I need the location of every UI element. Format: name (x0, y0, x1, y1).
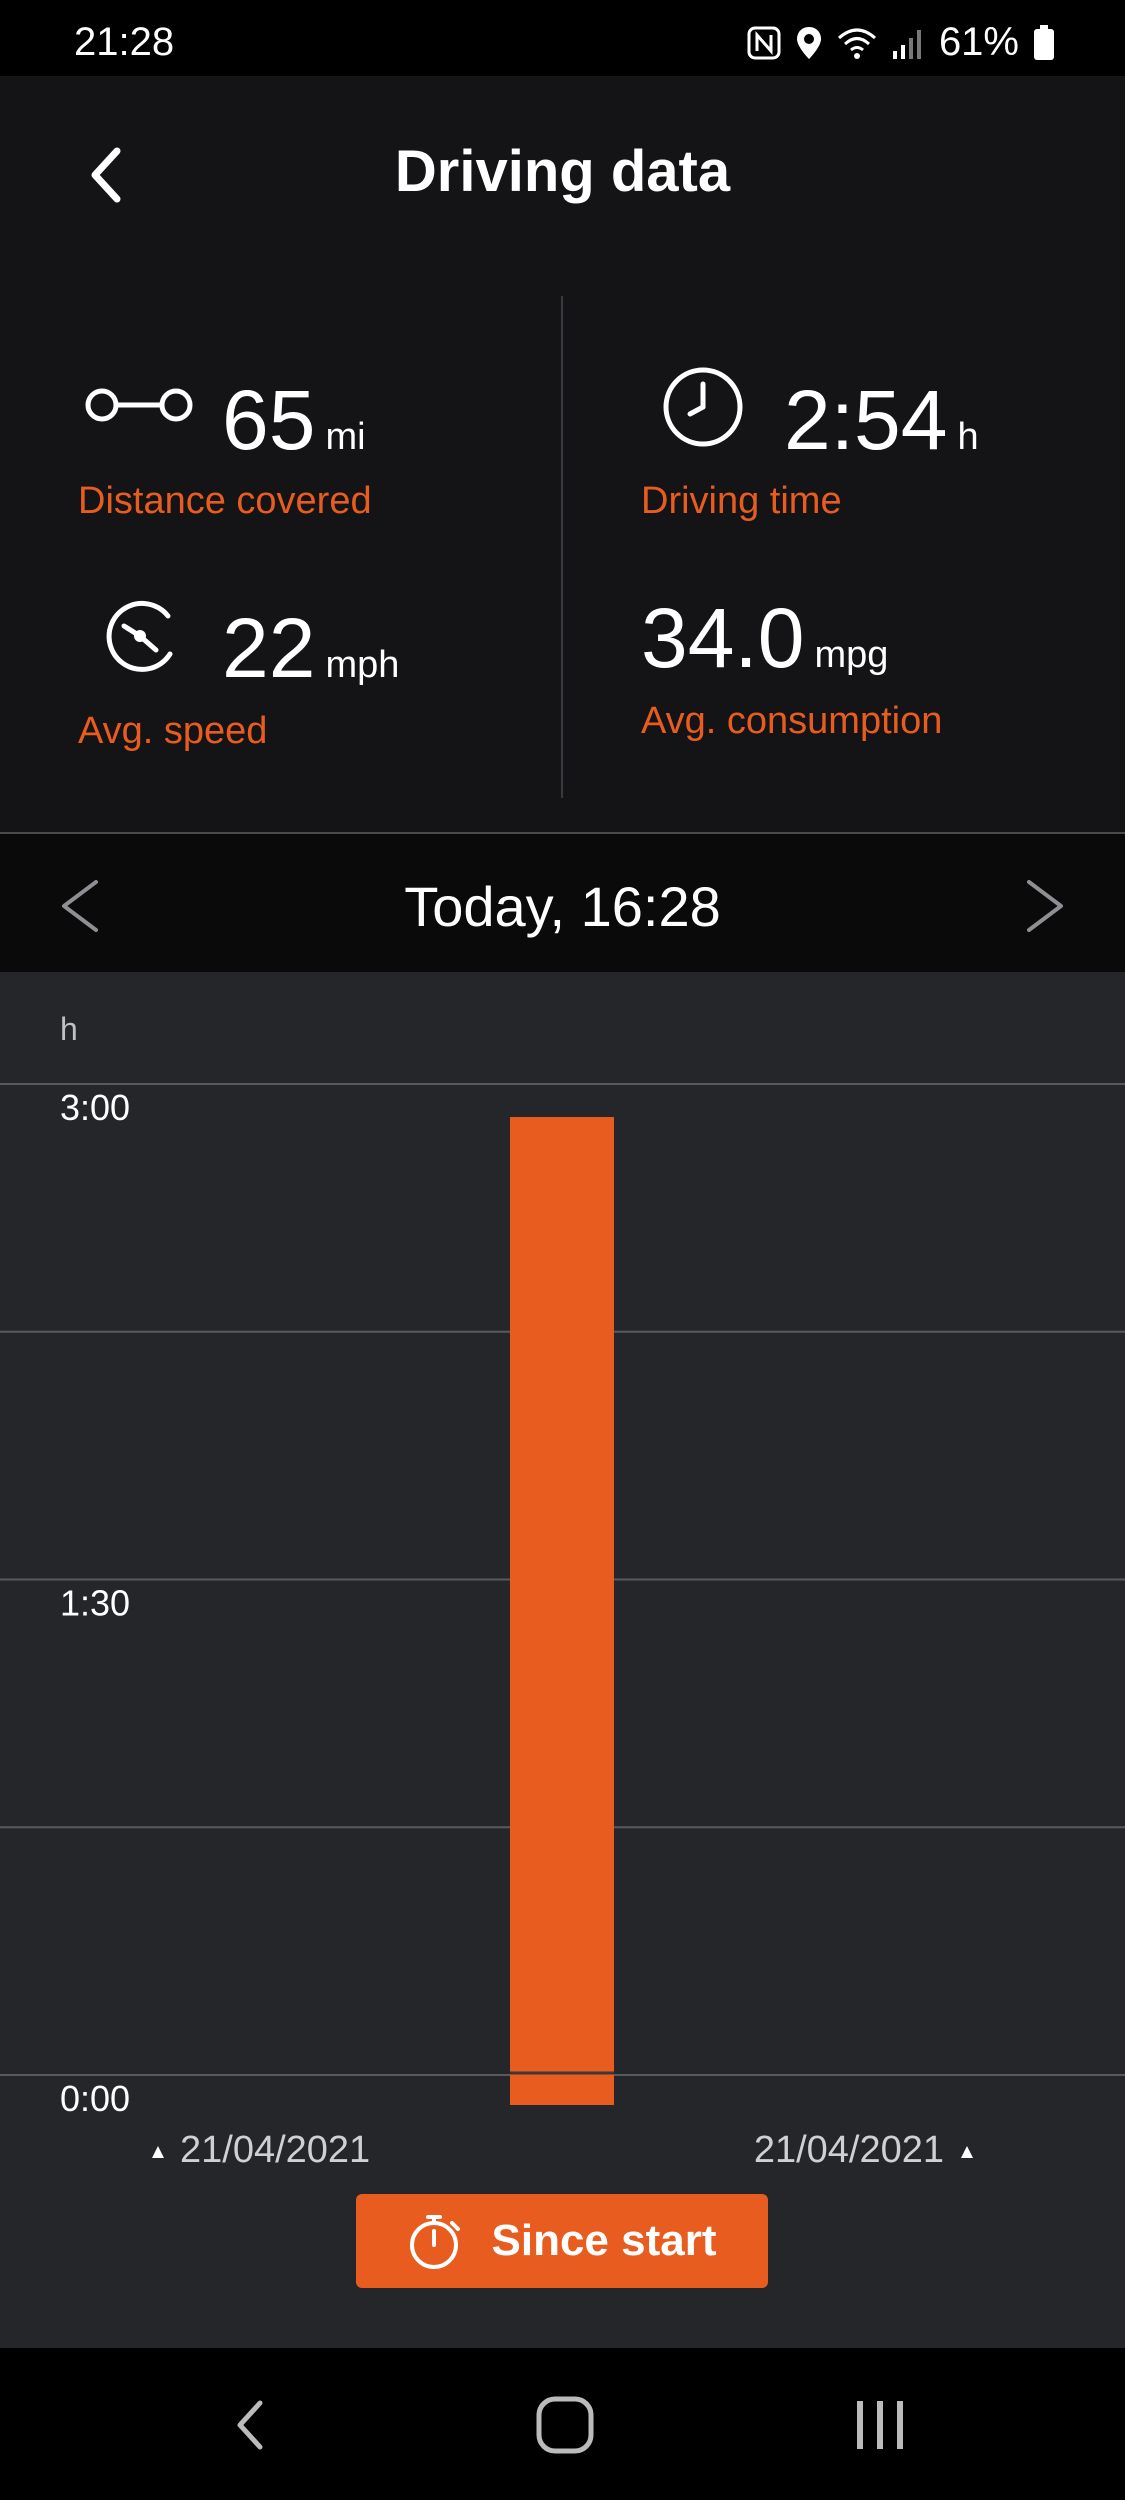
stopwatch-icon (409, 2215, 460, 2269)
x-marker-left-icon (152, 2146, 164, 2158)
distance-number: 65 (222, 373, 316, 467)
avg-consumption-label: Avg. consumption (641, 700, 943, 742)
nav-home-button[interactable] (505, 2380, 625, 2470)
x-marker-right-icon (961, 2146, 973, 2158)
avg-consumption-number: 34.0 (641, 591, 805, 685)
distance-unit: mi (325, 416, 366, 458)
wifi-icon (837, 26, 877, 60)
y-tick-label: 1:30 (60, 1583, 130, 1624)
x-label-end: 21/04/2021 (754, 2129, 944, 2171)
driving-time-label: Driving time (641, 480, 842, 522)
signal-icon (891, 27, 925, 59)
nav-back-button[interactable] (190, 2380, 310, 2470)
location-icon (795, 25, 823, 61)
since-start-label: Since start (491, 2216, 717, 2265)
battery-percent: 61% (938, 20, 1019, 64)
driving-time-unit: h (957, 416, 979, 458)
status-icons: 61% (747, 20, 1055, 65)
stats-divider (561, 296, 563, 798)
next-date-button[interactable] (1005, 866, 1085, 946)
home-icon (536, 2396, 594, 2454)
distance-label: Distance covered (78, 480, 372, 522)
x-label-start: 21/04/2021 (180, 2129, 370, 2171)
y-tick-label: 3:00 (60, 1087, 130, 1128)
driving-time-number: 2:54 (784, 373, 948, 467)
driving-time-value: 2:54 h (784, 372, 979, 469)
clock-icon (660, 364, 746, 455)
battery-icon (1033, 24, 1055, 61)
avg-speed-number: 22 (222, 601, 316, 695)
distance-value: 65 mi (222, 372, 366, 469)
avg-consumption-unit: mpg (814, 634, 889, 676)
speedometer-icon (100, 594, 186, 685)
avg-speed-value: 22 mph (222, 600, 399, 697)
status-time: 21:28 (74, 20, 175, 64)
avg-speed-unit: mph (325, 644, 400, 686)
nfc-icon (747, 26, 781, 60)
date-label: Today, 16:28 (404, 875, 721, 938)
y-axis-label: h (60, 1011, 78, 1047)
route-icon (84, 380, 194, 435)
chevron-right-icon (1027, 880, 1063, 932)
chart-bar (510, 1117, 614, 2105)
avg-consumption-value: 34.0 mpg (641, 590, 888, 687)
nav-recents-button[interactable] (820, 2380, 940, 2470)
page-title: Driving data (394, 139, 731, 204)
y-tick-label: 0:00 (60, 2078, 130, 2119)
avg-speed-label: Avg. speed (78, 710, 268, 752)
since-start-button[interactable]: Since start (356, 2194, 768, 2288)
back-icon (237, 2400, 263, 2450)
recents-icon (857, 2401, 903, 2449)
driving-time-chart: h 3:00 1:30 0:00 21/04/2021 21/04/2021 (0, 1011, 1125, 2171)
